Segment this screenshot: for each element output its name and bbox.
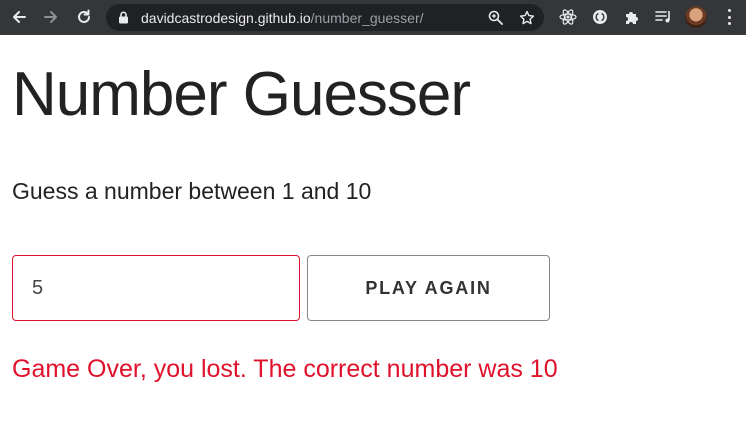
play-again-button[interactable]: PLAY AGAIN (307, 255, 550, 321)
lock-icon (118, 11, 129, 29)
guess-input[interactable] (12, 255, 300, 321)
circle-extension-icon[interactable] (590, 7, 610, 27)
kebab-menu-icon[interactable] (722, 8, 736, 26)
status-message: Game Over, you lost. The correct number … (12, 355, 558, 383)
url-path: /number_guesser/ (310, 10, 424, 26)
browser-toolbar: davidcastrodesign.github.io/number_guess… (0, 0, 746, 35)
media-queue-icon[interactable] (654, 7, 674, 27)
url-host: davidcastrodesign.github.io (141, 10, 311, 26)
puzzle-icon[interactable] (622, 7, 642, 27)
react-devtools-icon[interactable] (558, 7, 578, 27)
back-arrow-icon[interactable] (8, 6, 30, 28)
forward-arrow-icon[interactable] (40, 6, 62, 28)
page-content: Number Guesser Guess a number between 1 … (0, 35, 746, 435)
reload-icon[interactable] (73, 6, 95, 28)
url-text[interactable]: davidcastrodesign.github.io/number_guess… (141, 10, 424, 26)
zoom-icon[interactable] (487, 9, 504, 26)
page-title: Number Guesser (12, 60, 471, 129)
star-icon[interactable] (518, 9, 535, 26)
profile-avatar[interactable] (685, 6, 707, 28)
guess-prompt: Guess a number between 1 and 10 (12, 178, 372, 204)
address-bar[interactable]: davidcastrodesign.github.io/number_guess… (106, 4, 544, 31)
